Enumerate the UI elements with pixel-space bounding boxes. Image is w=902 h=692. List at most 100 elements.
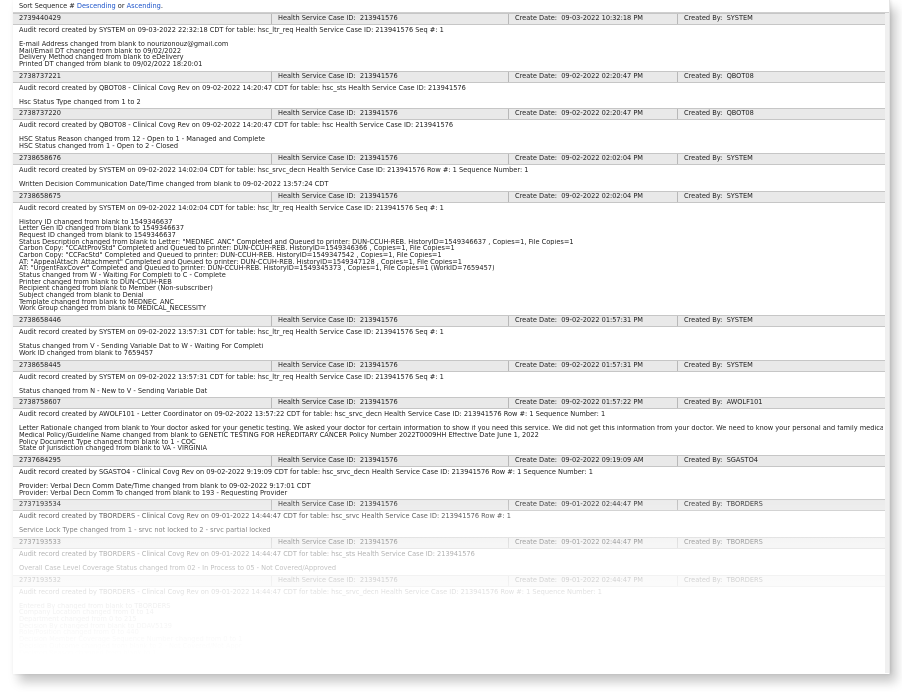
change-detail-line: AT: "AppealAttach_Attachment" Completed … [19, 258, 462, 266]
change-detail-line: Decision Source changed from blank to 1 [19, 656, 155, 663]
record-header-row: 2738758607 Health Service Case ID: 213941… [13, 397, 889, 410]
create-date-value: 09-02-2022 02:20:47 PM [561, 71, 643, 80]
change-details: Hsc Status Type changed from 1 to 2 [13, 92, 889, 109]
create-date-label: Create Date: [515, 538, 557, 546]
created-by-cell: Created By: SYSTEM [678, 316, 889, 326]
health-service-case-id: 213941576 [359, 455, 398, 464]
change-details: Status changed from N - New to V - Sendi… [13, 381, 889, 398]
created-by-label: Created By: [684, 538, 723, 546]
created-by-cell: Created By: QBOT08 [678, 109, 889, 119]
create-date-label: Create Date: [515, 398, 557, 407]
create-date-label: Create Date: [515, 455, 557, 464]
create-date-cell: Create Date: 09-02-2022 02:02:04 PM [509, 153, 678, 164]
create-date-label: Create Date: [515, 500, 557, 509]
change-detail-line: Decision Rendered Date/Time changed from… [19, 662, 282, 670]
health-service-case-cell: Health Service Case ID: 213941576 [272, 538, 509, 548]
record-header-row: 2737193534 Health Service Case ID: 213941… [13, 499, 889, 512]
created-by-value: SGASTO4 [726, 455, 758, 464]
audit-record-line: Audit record created by TBORDERS - Clini… [13, 549, 889, 559]
change-details: Letter Rationale changed from blank to Y… [13, 419, 889, 455]
audit-history-panel: Sort Sequence # Descending or Ascending.… [13, 0, 890, 674]
health-service-case-id: 213941576 [359, 109, 398, 118]
record-header-row: 2737193532 Health Service Case ID: 213941… [13, 574, 889, 587]
created-by-cell: Created By: AWOLF101 [678, 398, 889, 408]
created-by-label: Created By: [684, 360, 723, 369]
health-service-case-label: Health Service Case ID: [278, 109, 356, 118]
sort-ascending-link[interactable]: Ascending [127, 2, 161, 10]
change-details: History ID changed from blank to 1549346… [13, 212, 889, 316]
sort-prefix: Sort Sequence # [19, 2, 75, 10]
vertical-scrollbar[interactable] [885, 13, 889, 673]
change-detail-line: Request ID changed from blank to 1549346… [19, 231, 176, 239]
created-by-value: SYSTEM [726, 14, 753, 22]
change-detail-line: Overall Case Level Coverage Status chang… [19, 565, 337, 572]
health-service-case-label: Health Service Case ID: [278, 455, 356, 464]
health-service-case-label: Health Service Case ID: [278, 191, 356, 200]
change-detail-line: Status changed from N - New to V - Sendi… [19, 387, 208, 395]
change-detail-line: Work Group changed from blank to MEDICAL… [19, 305, 207, 313]
create-date-cell: Create Date: 09-01-2022 02:44:47 PM [509, 538, 678, 548]
change-detail-line: Provider: Verbal Decn Comm To changed fr… [19, 489, 288, 497]
health-service-case-cell: Health Service Case ID: 213941576 [272, 14, 509, 24]
change-detail-line: Subject changed from blank to Denial [19, 292, 144, 299]
health-service-case-label: Health Service Case ID: [278, 575, 356, 584]
change-detail-line: HSC Status changed from 1 - Open to 2 - … [19, 143, 179, 150]
change-details: HSC Status Reason changed from 12 - Open… [13, 130, 889, 153]
create-date-cell: Create Date: 09-02-2022 09:19:09 AM [509, 455, 678, 466]
record-id: 2738737221 [19, 71, 61, 80]
health-service-case-id: 213941576 [359, 575, 398, 584]
created-by-value: TBORDERS [726, 500, 763, 509]
change-detail-line: Carbon Copy: "CCAttProvStd" Completed an… [19, 245, 455, 252]
record-id-cell: 2738658675 [13, 191, 272, 202]
health-service-case-label: Health Service Case ID: [278, 360, 356, 369]
change-detail-line: Company Location changed from 0 to 14 [19, 609, 154, 617]
record-header-row: 2738737221 Health Service Case ID: 213941… [13, 70, 889, 83]
change-detail-line: Recipient changed from blank to Member (… [19, 285, 213, 293]
change-detail-line: Service Lock Type changed from 1 - srvc … [19, 527, 271, 534]
change-details: Status changed from V - Sending Variable… [13, 337, 889, 360]
health-service-case-cell: Health Service Case ID: 213941576 [272, 500, 509, 511]
health-service-case-id: 213941576 [359, 316, 398, 325]
record-id-cell: 2737684295 [13, 455, 272, 466]
change-detail-line: Letter Rationale changed from blank to Y… [19, 425, 883, 432]
change-detail-line: Delivery Method changed from blank to eD… [19, 54, 184, 62]
sort-sequence-bar: Sort Sequence # Descending or Ascending. [13, 0, 889, 13]
created-by-label: Created By: [684, 191, 723, 200]
health-service-case-label: Health Service Case ID: [278, 500, 356, 509]
audit-record-line: Audit record created by TBORDERS - Clini… [13, 511, 889, 522]
create-date-value: 09-02-2022 01:57:31 PM [561, 360, 643, 369]
record-id: 2737193532 [19, 575, 61, 584]
health-service-case-label: Health Service Case ID: [278, 153, 356, 162]
create-date-value: 09-01-2022 02:44:47 PM [561, 538, 643, 546]
create-date-value: 09-02-2022 09:19:09 AM [561, 455, 644, 464]
health-service-case-id: 213941576 [359, 191, 398, 200]
audit-record-line: Audit record created by SYSTEM on 09-03-… [13, 25, 889, 35]
change-details: Provider: Verbal Decn Comm Date/Time cha… [13, 476, 889, 500]
health-service-case-cell: Health Service Case ID: 213941576 [272, 316, 509, 327]
audit-record-line: Audit record created by SYSTEM on 09-02-… [13, 164, 889, 175]
change-detail-line: Decision Outcome changed from blank to 2… [19, 642, 242, 650]
change-detail-line: Decision Reason changed from blank to 1 [19, 649, 157, 657]
audit-record-line: Audit record created by SYSTEM on 09-02-… [13, 327, 889, 338]
record-id: 2738658675 [19, 191, 61, 200]
change-detail-line: Policy Document Type changed from blank … [19, 438, 196, 446]
record-header-row: 2738658676 Health Service Case ID: 213941… [13, 152, 889, 165]
created-by-cell: Created By: QBOT08 [678, 72, 889, 82]
create-date-label: Create Date: [515, 109, 557, 118]
created-by-label: Created By: [684, 153, 723, 162]
audit-record-line: Audit record created by AWOLF101 - Lette… [13, 409, 889, 420]
record-header-row: 2738658675 Health Service Case ID: 213941… [13, 190, 889, 203]
sort-period: . [160, 2, 163, 10]
change-details: Service Lock Type changed from 1 - srvc … [13, 521, 889, 537]
sort-descending-link[interactable]: Descending [77, 2, 116, 10]
created-by-label: Created By: [684, 575, 723, 584]
create-date-label: Create Date: [515, 316, 557, 325]
health-service-case-label: Health Service Case ID: [278, 398, 356, 407]
record-header-row: 2738658445 Health Service Case ID: 213941… [13, 359, 889, 372]
change-detail-line: State of Jurisdiction changed from blank… [19, 445, 207, 452]
change-details: Overall Case Level Coverage Status chang… [13, 559, 889, 575]
change-detail-line: Status changed from W - Waiting For Comp… [19, 272, 226, 279]
create-date-cell: Create Date: 09-02-2022 01:57:22 PM [509, 398, 678, 409]
created-by-value: QBOT08 [726, 71, 754, 80]
record-id-cell: 2737193534 [13, 500, 272, 511]
